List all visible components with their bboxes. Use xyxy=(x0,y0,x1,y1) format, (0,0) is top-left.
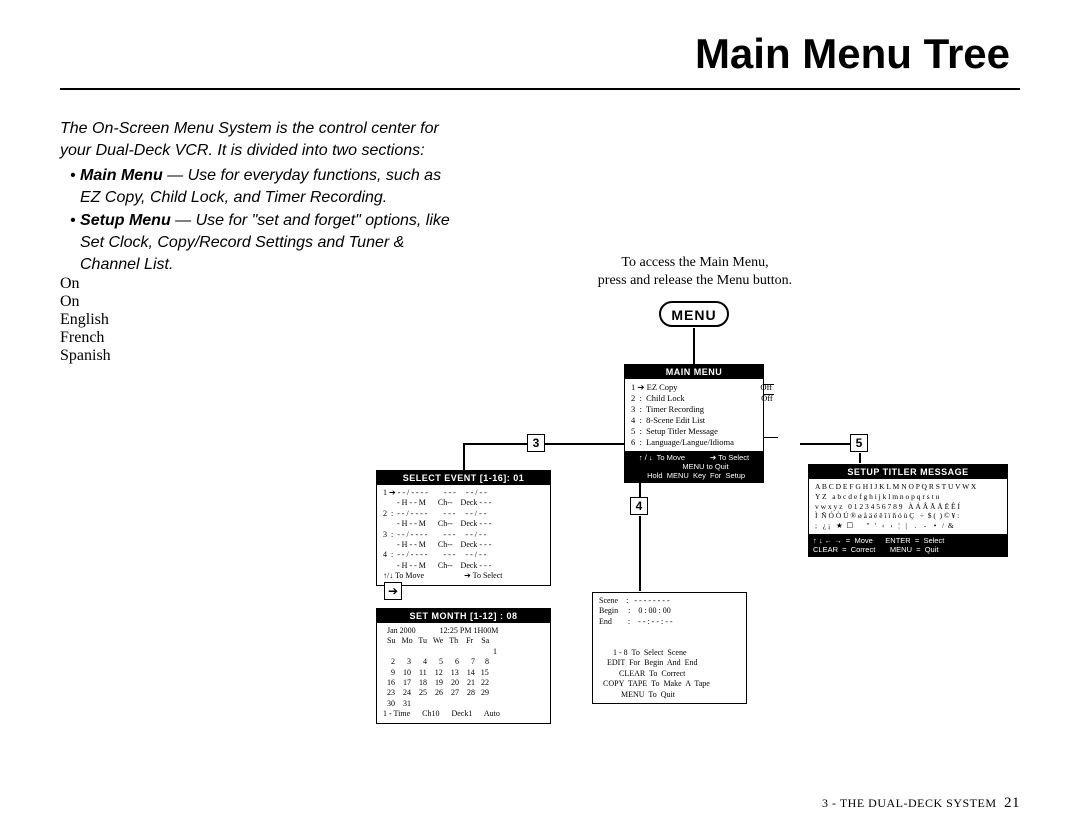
menu-button-pill: MENU xyxy=(659,301,729,327)
connector-line xyxy=(764,437,778,438)
intro-bullet-2-label: Setup Menu xyxy=(80,212,171,229)
setup-titler-body: A B C D E F G H I J K L M N O P Q R S T … xyxy=(809,479,1007,534)
access-main-menu-instruction: To access the Main Menu, press and relea… xyxy=(545,254,845,289)
set-month-panel: SET MONTH [1-12] : 08 Jan 2000 12:25 PM … xyxy=(376,608,551,724)
intro-block: The On-Screen Menu System is the control… xyxy=(60,118,460,275)
main-menu-side-languages: English French Spanish xyxy=(60,311,1020,365)
page-title: Main Menu Tree xyxy=(60,30,1010,78)
main-menu-footer: ↑ / ↓ To Move ➔ To Select MENU to Quit H… xyxy=(625,451,763,482)
intro-bullet-1-label: Main Menu xyxy=(80,167,163,184)
intro-lead: The On-Screen Menu System is the control… xyxy=(60,118,460,161)
connector-line xyxy=(463,444,465,470)
title-rule xyxy=(60,88,1020,90)
connector-line xyxy=(764,384,774,385)
select-event-header: SELECT EVENT [1-16]: 01 xyxy=(377,471,550,485)
connector-line xyxy=(536,443,624,445)
setup-titler-footer: ↑ ↓ ← → = Move ENTER = Select CLEAR = Co… xyxy=(809,534,1007,556)
footer-section: 3 - THE DUAL-DECK SYSTEM xyxy=(822,796,996,810)
intro-bullet-1: • Main Menu — Use for everyday functions… xyxy=(60,165,460,208)
page-footer: 3 - THE DUAL-DECK SYSTEM 21 xyxy=(822,795,1020,812)
connector-line xyxy=(639,516,641,591)
tree-node-4: 4 xyxy=(630,497,648,515)
set-month-header: SET MONTH [1-12] : 08 xyxy=(377,609,550,623)
arrow-down-box: ➔ xyxy=(384,582,402,600)
main-menu-header: MAIN MENU xyxy=(625,365,763,379)
set-month-body: Jan 2000 12:25 PM 1H00M Su Mo Tu We Th F… xyxy=(377,623,550,723)
main-menu-side-onoff: On On xyxy=(60,275,1020,311)
setup-titler-panel: SETUP TITLER MESSAGE A B C D E F G H I J… xyxy=(808,464,1008,557)
connector-line xyxy=(639,475,641,497)
tree-node-5: 5 xyxy=(850,434,868,452)
connector-line xyxy=(510,443,527,445)
footer-page-number: 21 xyxy=(1004,795,1020,811)
scene-edit-panel: Scene : - - - - - - - - Begin : 0 : 00 :… xyxy=(592,592,747,704)
setup-titler-header: SETUP TITLER MESSAGE xyxy=(809,465,1007,479)
connector-line xyxy=(764,394,774,395)
page-title-block: Main Menu Tree xyxy=(60,30,1020,78)
connector-line xyxy=(463,443,510,445)
select-event-panel: SELECT EVENT [1-16]: 01 1 ➔ - - / - - - … xyxy=(376,470,551,586)
connector-line xyxy=(693,328,695,364)
connector-line xyxy=(800,443,850,445)
select-event-body: 1 ➔ - - / - - - - - - - - - / - - - H - … xyxy=(377,485,550,585)
scene-edit-body: Scene : - - - - - - - - Begin : 0 : 00 :… xyxy=(593,593,746,703)
tree-node-3: 3 xyxy=(527,434,545,452)
intro-bullet-2: • Setup Menu — Use for "set and forget" … xyxy=(60,210,460,275)
connector-line xyxy=(859,453,861,463)
main-menu-body: 1 ➔ EZ Copy Off 2 : Child Lock Off 3 : T… xyxy=(625,379,763,451)
main-menu-panel: MAIN MENU 1 ➔ EZ Copy Off 2 : Child Lock… xyxy=(624,364,764,483)
